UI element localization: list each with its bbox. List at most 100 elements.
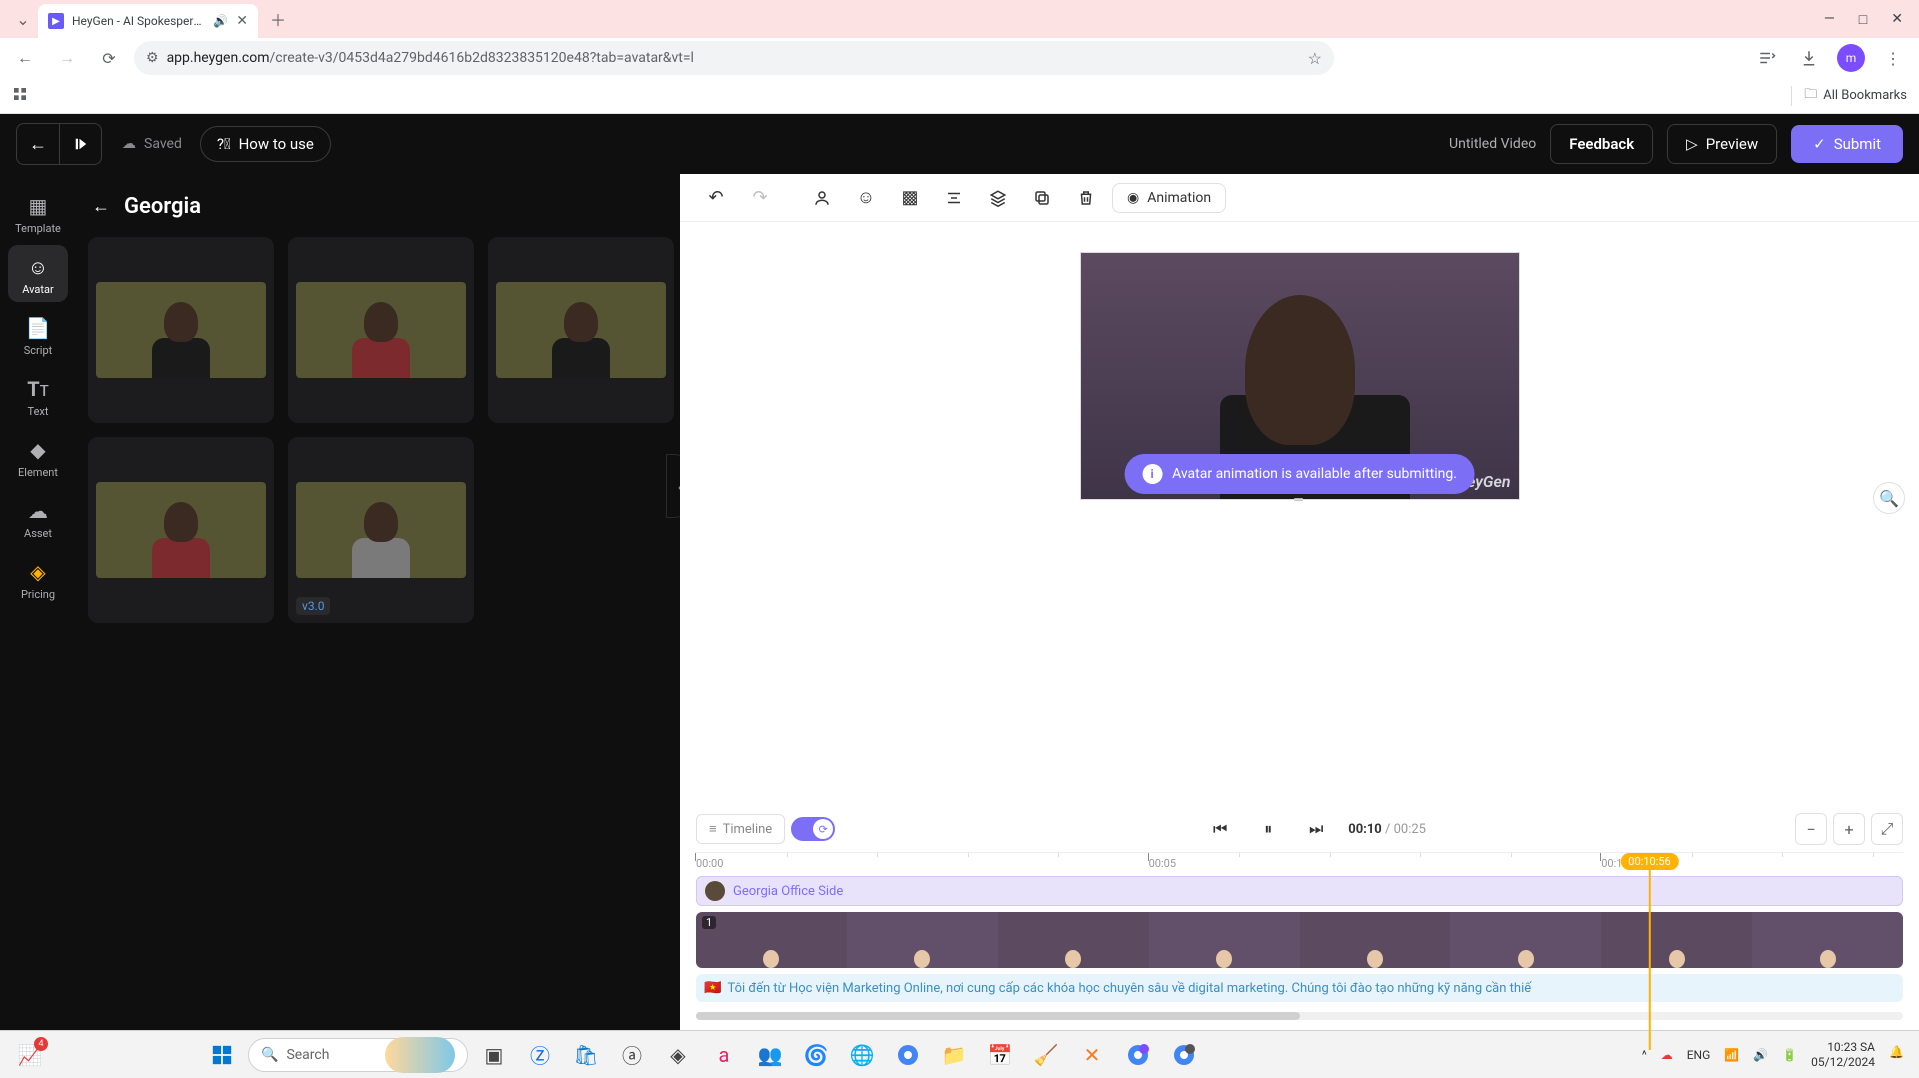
nav-script[interactable]: 📄 Script: [8, 306, 68, 363]
taskbar-app-cleanup[interactable]: 🧹: [1026, 1035, 1066, 1075]
nav-avatar[interactable]: ☺ Avatar: [8, 245, 68, 302]
timeline-scrollbar[interactable]: [696, 1012, 1903, 1020]
tab-close-icon[interactable]: ✕: [236, 13, 248, 29]
help-icon: ?⃝: [217, 135, 231, 153]
video-title[interactable]: Untitled Video: [1449, 136, 1536, 152]
tab-audio-icon[interactable]: 🔊: [213, 14, 228, 28]
window-minimize[interactable]: —: [1824, 11, 1835, 28]
playhead-label: 00:10:56: [1620, 853, 1678, 870]
apps-grid-icon[interactable]: [12, 86, 28, 106]
grid-tool-icon[interactable]: ▩: [892, 180, 928, 216]
nav-element[interactable]: ◆ Element: [8, 428, 68, 485]
taskbar-app-calendar[interactable]: 📅: [980, 1035, 1020, 1075]
bookmark-star-icon[interactable]: ☆: [1308, 49, 1322, 68]
avatar-thumb-2[interactable]: [288, 237, 474, 423]
tab-list-dropdown[interactable]: ⌄: [8, 10, 38, 29]
taskbar-app-teams[interactable]: 👥: [750, 1035, 790, 1075]
avatar-thumb-4[interactable]: [88, 437, 274, 623]
battery-icon[interactable]: 🔋: [1782, 1048, 1797, 1062]
canvas-search-icon[interactable]: 🔍: [1873, 482, 1905, 514]
taskbar-app-dropbox[interactable]: ◈: [658, 1035, 698, 1075]
new-tab-button[interactable]: ＋: [264, 5, 292, 33]
pause-button[interactable]: ⏸: [1252, 813, 1284, 845]
clock[interactable]: 10:23 SA 05/12/2024: [1811, 1040, 1875, 1069]
timeline-toggle[interactable]: ⟳: [791, 817, 835, 841]
taskbar-app-explorer[interactable]: 📁: [934, 1035, 974, 1075]
redo-button[interactable]: ↷: [742, 180, 778, 216]
face-tool-icon[interactable]: ☺: [848, 180, 884, 216]
window-maximize[interactable]: □: [1859, 11, 1867, 28]
media-control-icon[interactable]: [1753, 44, 1781, 72]
taskbar-app-store[interactable]: 🛍: [566, 1035, 606, 1075]
language-indicator[interactable]: ENG: [1687, 1048, 1711, 1062]
taskbar-app-xampp[interactable]: ✕: [1072, 1035, 1112, 1075]
panel-back-button[interactable]: ←: [92, 196, 110, 217]
taskbar-app-copilot[interactable]: 🌀: [796, 1035, 836, 1075]
zoom-in-button[interactable]: +: [1833, 813, 1865, 845]
nav-text[interactable]: Tᴛ Text: [8, 367, 68, 424]
taskbar-app-amazon[interactable]: ⓐ: [612, 1035, 652, 1075]
nav-back[interactable]: ←: [8, 41, 42, 75]
submit-button[interactable]: ✓ Submit: [1791, 125, 1903, 163]
align-tool-icon[interactable]: [936, 180, 972, 216]
undo-button[interactable]: ↶: [698, 180, 734, 216]
video-frames-track[interactable]: 1: [696, 912, 1903, 968]
copy-tool-icon[interactable]: [1024, 180, 1060, 216]
widget-badge: 4: [34, 1037, 48, 1051]
taskbar-app-edge[interactable]: 🌐: [842, 1035, 882, 1075]
volume-icon[interactable]: 🔊: [1753, 1048, 1768, 1062]
script-track[interactable]: 🇻🇳 Tôi đến từ Học viện Marketing Online,…: [696, 974, 1903, 1002]
taskbar-app-chrome[interactable]: [888, 1035, 928, 1075]
notifications-icon[interactable]: 🔔: [1889, 1045, 1909, 1065]
avatar-thumb-1[interactable]: [88, 237, 274, 423]
avatar-thumb-3[interactable]: [488, 237, 674, 423]
avatar-track[interactable]: Georgia Office Side: [696, 876, 1903, 906]
chrome-menu-icon[interactable]: ⋮: [1879, 44, 1907, 72]
animation-button[interactable]: ◉ Animation: [1112, 183, 1226, 213]
window-close[interactable]: ✕: [1891, 11, 1903, 28]
scrollbar-thumb[interactable]: [696, 1012, 1300, 1020]
task-view-icon[interactable]: ▣: [474, 1035, 514, 1075]
profile-avatar[interactable]: m: [1837, 44, 1865, 72]
prev-frame-button[interactable]: ⏮: [1204, 813, 1236, 845]
taskbar-search[interactable]: 🔍 Search: [248, 1038, 468, 1072]
how-to-use-button[interactable]: ?⃝ How to use: [200, 126, 331, 162]
delete-tool-icon[interactable]: [1068, 180, 1104, 216]
nav-pricing[interactable]: ◈ Pricing: [8, 550, 68, 607]
panel-collapse-handle[interactable]: ‹: [666, 454, 680, 518]
nav-pricing-label: Pricing: [21, 588, 55, 601]
address-bar[interactable]: ⚙ app.heygen.com/create-v3/0453d4a279bd4…: [134, 41, 1334, 75]
nav-forward[interactable]: →: [50, 41, 84, 75]
timeline-ruler[interactable]: 00:00 00:05 00:10 00:10:56: [696, 852, 1903, 876]
downloads-icon[interactable]: [1795, 44, 1823, 72]
taskbar-app-chrome-profile2[interactable]: [1164, 1035, 1204, 1075]
site-info-icon[interactable]: ⚙: [146, 50, 159, 66]
playhead[interactable]: 00:10:56: [1620, 853, 1678, 1050]
panel-resize-grip[interactable]: ═: [1294, 492, 1305, 506]
taskbar-app-zalo[interactable]: Ⓩ: [520, 1035, 560, 1075]
toast-text: Avatar animation is available after subm…: [1172, 466, 1457, 482]
start-button[interactable]: [202, 1035, 242, 1075]
feedback-button[interactable]: Feedback: [1550, 124, 1653, 164]
person-tool-icon[interactable]: [804, 180, 840, 216]
zoom-fit-button[interactable]: ⤢: [1871, 813, 1903, 845]
timeline-mode-button[interactable]: ≡ Timeline: [696, 814, 785, 844]
next-frame-button[interactable]: ⏭: [1300, 813, 1332, 845]
taskbar-widgets[interactable]: 📈4: [10, 1035, 50, 1075]
animation-dot-icon: ◉: [1127, 190, 1139, 206]
browser-tab[interactable]: ▶ HeyGen - AI Spokesperson 🔊 ✕: [38, 4, 258, 38]
layers-tool-icon[interactable]: [980, 180, 1016, 216]
nav-template[interactable]: ▦ Template: [8, 184, 68, 241]
preview-button[interactable]: ▷ Preview: [1667, 124, 1777, 164]
taskbar-app-chrome-profile1[interactable]: [1118, 1035, 1158, 1075]
all-bookmarks-button[interactable]: 🗀 All Bookmarks: [1804, 85, 1907, 107]
nav-asset[interactable]: ☁ Asset: [8, 489, 68, 546]
app-skip-button[interactable]: [59, 124, 101, 164]
app-back-button[interactable]: ←: [17, 124, 59, 164]
nav-reload[interactable]: ⟳: [92, 41, 126, 75]
zoom-out-button[interactable]: −: [1795, 813, 1827, 845]
wifi-icon[interactable]: 📶: [1724, 1048, 1739, 1062]
taskbar-app-a[interactable]: a: [704, 1035, 744, 1075]
avatar-thumb-5[interactable]: v3.0: [288, 437, 474, 623]
nav-element-label: Element: [18, 466, 58, 479]
